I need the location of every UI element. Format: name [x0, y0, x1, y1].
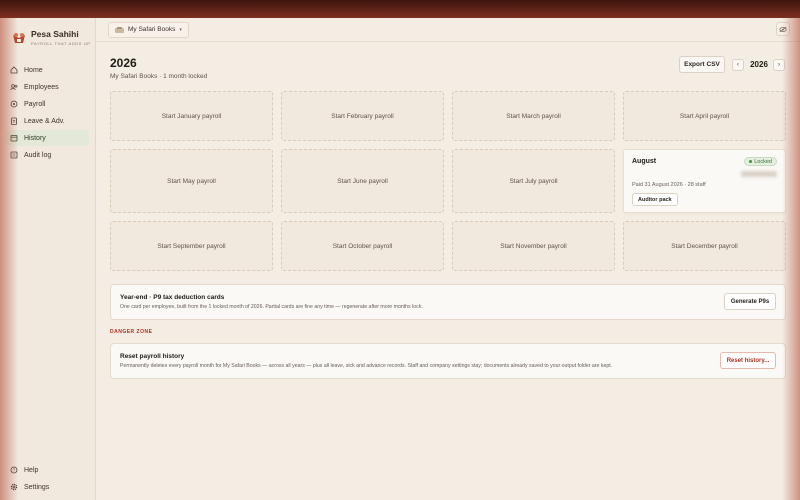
start-june-payroll[interactable]: Start June payroll	[281, 149, 444, 213]
sidebar-item-label: Payroll	[24, 100, 46, 108]
page-header: 2026 My Safari Books · 1 month locked Ex…	[96, 42, 800, 86]
start-april-payroll[interactable]: Start April payroll	[623, 91, 786, 141]
brand-name: Pesa Sahihi	[31, 29, 79, 39]
status-badge: Locked	[744, 157, 777, 166]
sidebar: Pesa Sahihi PAYROLL THAT ADDS UP Home Em…	[0, 18, 96, 500]
payment-meta: Paid 31 August 2026 · 28 staff	[632, 182, 706, 188]
month-name: August	[632, 158, 657, 165]
topbar: My Safari Books ▾	[96, 18, 800, 42]
page-title: 2026	[110, 56, 137, 70]
chevron-left-icon: ‹	[737, 62, 739, 68]
home-icon	[10, 66, 18, 74]
users-icon	[10, 83, 18, 91]
company-name: My Safari Books	[128, 26, 176, 33]
page-subtitle: My Safari Books · 1 month locked	[110, 73, 208, 80]
reset-history-button[interactable]: Reset history...	[720, 352, 776, 369]
sidebar-item-label: Home	[24, 66, 43, 74]
sidebar-item-label: Settings	[24, 483, 50, 491]
danger-zone-label: DANGER ZONE	[110, 329, 153, 335]
list-icon	[10, 151, 18, 159]
reset-title: Reset payroll history	[120, 353, 185, 360]
logo-icon	[13, 33, 25, 43]
sidebar-item-label: Audit log	[24, 151, 52, 159]
start-september-payroll[interactable]: Start September payroll	[110, 221, 273, 271]
sidebar-item-settings[interactable]: Settings	[6, 479, 89, 495]
main-content: My Safari Books ▾ 2026 My Safari Books ·…	[96, 18, 800, 500]
auditor-pack-button[interactable]: Auditor pack	[632, 193, 678, 206]
sidebar-bottom-nav: ? Help Settings	[0, 462, 95, 496]
sidebar-item-label: History	[24, 134, 46, 142]
reset-description: Permanently deletes every payroll month …	[120, 363, 613, 369]
sidebar-item-history[interactable]: History	[6, 130, 89, 146]
hide-amounts-button[interactable]	[776, 22, 790, 36]
sidebar-item-audit-log[interactable]: Audit log	[6, 147, 89, 163]
payroll-icon	[10, 100, 18, 108]
help-icon: ?	[10, 466, 18, 474]
sidebar-item-label: Employees	[24, 83, 59, 91]
start-november-payroll[interactable]: Start November payroll	[452, 221, 615, 271]
start-july-payroll[interactable]: Start July payroll	[452, 149, 615, 213]
brand-tagline: PAYROLL THAT ADDS UP	[31, 41, 91, 46]
year-label: 2026	[750, 60, 768, 69]
brand: Pesa Sahihi PAYROLL THAT ADDS UP	[0, 18, 95, 48]
sidebar-item-employees[interactable]: Employees	[6, 79, 89, 95]
sidebar-item-label: Help	[24, 466, 39, 474]
p9-description: One card per employee, built from the 1 …	[120, 304, 423, 310]
export-csv-button[interactable]: Export CSV	[679, 56, 725, 73]
calendar-icon	[10, 134, 18, 142]
previous-year-button[interactable]: ‹	[732, 59, 744, 71]
start-february-payroll[interactable]: Start February payroll	[281, 91, 444, 141]
svg-text:?: ?	[13, 468, 16, 473]
sidebar-nav: Home Employees Payroll Leave & Adv. Hist…	[0, 62, 95, 163]
reset-panel: Reset payroll history Permanently delete…	[110, 343, 786, 379]
start-december-payroll[interactable]: Start December payroll	[623, 221, 786, 271]
sidebar-item-payroll[interactable]: Payroll	[6, 96, 89, 112]
status-badge-label: Locked	[754, 158, 772, 165]
chevron-right-icon: ›	[778, 62, 780, 68]
locked-month-card[interactable]: August Locked Paid 31 August 2026 · 28 s…	[623, 149, 786, 213]
chevron-down-icon: ▾	[179, 26, 182, 33]
sidebar-item-home[interactable]: Home	[6, 62, 89, 78]
company-icon	[115, 26, 124, 33]
eye-off-icon	[779, 26, 787, 32]
start-march-payroll[interactable]: Start March payroll	[452, 91, 615, 141]
gear-icon	[10, 483, 18, 491]
p9-panel: Year-end · P9 tax deduction cards One ca…	[110, 284, 786, 320]
p9-title: Year-end · P9 tax deduction cards	[120, 294, 225, 301]
sidebar-item-label: Leave & Adv.	[24, 117, 65, 125]
sidebar-item-leave[interactable]: Leave & Adv.	[6, 113, 89, 129]
hidden-amount	[741, 171, 777, 177]
start-january-payroll[interactable]: Start January payroll	[110, 91, 273, 141]
start-october-payroll[interactable]: Start October payroll	[281, 221, 444, 271]
next-year-button[interactable]: ›	[773, 59, 785, 71]
company-switcher[interactable]: My Safari Books ▾	[108, 21, 189, 38]
sidebar-item-help[interactable]: ? Help	[6, 462, 89, 478]
status-dot-icon	[749, 160, 753, 163]
start-may-payroll[interactable]: Start May payroll	[110, 149, 273, 213]
generate-p9s-button[interactable]: Generate P9s	[724, 293, 776, 310]
clipboard-icon	[10, 117, 18, 125]
